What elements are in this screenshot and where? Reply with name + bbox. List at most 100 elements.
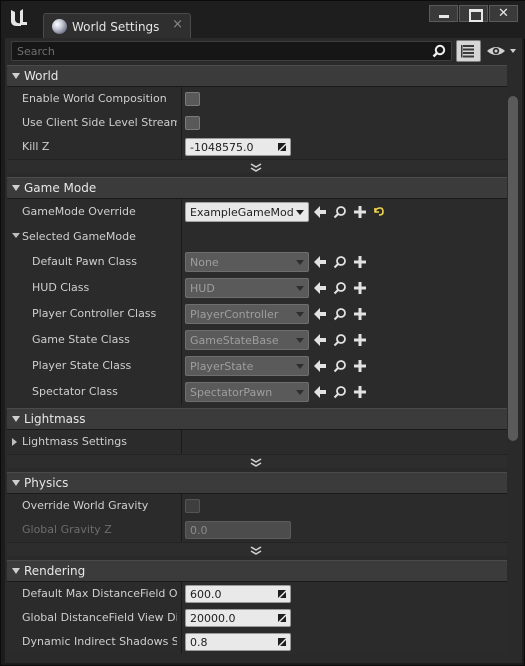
chevron-down-icon [296,210,304,215]
collapse-arrow-icon [12,568,20,574]
default-pawn-class-dropdown[interactable]: None [185,252,309,272]
use-client-side-level-streaming-checkbox[interactable] [185,116,200,130]
global-gravity-z-value: 0.0 [190,524,208,537]
magnifier-icon[interactable] [333,385,347,399]
column-divider[interactable] [181,199,182,405]
plus-icon[interactable] [353,205,367,219]
column-divider[interactable] [181,87,182,159]
global-gravity-z-field: 0.0 [185,521,291,539]
maximize-button[interactable] [459,5,488,22]
gamemode-override-dropdown[interactable]: ExampleGameModeBP [185,202,309,222]
default-max-distancefield-field[interactable]: 600.0 [185,585,291,603]
enable-world-composition-checkbox[interactable] [185,92,200,106]
advanced-expander[interactable] [7,542,507,556]
arrow-left-icon[interactable] [313,255,327,269]
override-world-gravity-checkbox[interactable] [185,499,200,513]
arrow-left-icon[interactable] [313,281,327,295]
group-label: Lightmass Settings [22,435,127,448]
title-bar[interactable]: World Settings × ✕ [1,1,525,39]
dropdown-value: SpectatorPawn [190,386,273,399]
collapse-arrow-icon [12,233,20,238]
chevron-down-icon [296,364,304,369]
tab-world-settings[interactable]: World Settings × [43,13,191,39]
category-label: Lightmass [24,412,86,426]
eye-icon[interactable] [485,42,519,60]
category-game-mode[interactable]: Game Mode [7,177,507,199]
reset-to-default-icon[interactable] [372,205,386,219]
player-controller-class-dropdown[interactable]: PlayerController [185,304,309,324]
arrow-left-icon[interactable] [313,307,327,321]
magnifier-icon[interactable] [333,205,347,219]
magnifier-icon[interactable] [333,281,347,295]
plus-icon[interactable] [353,307,367,321]
row-gamemode-override: GameMode Override ExampleGameModeBP [7,199,507,225]
resize-grip-icon [278,638,286,646]
advanced-expander[interactable] [7,159,507,173]
magnifier-icon[interactable] [333,333,347,347]
search-box[interactable] [11,41,452,61]
chevron-down-icon [250,163,262,172]
collapse-arrow-icon [12,480,20,486]
property-label: Dynamic Indirect Shadows Self Shadowing … [22,635,177,648]
category-physics[interactable]: Physics [7,472,507,494]
property-label: Kill Z [22,140,50,153]
field-value: 20000.0 [190,612,236,625]
property-label: Global Gravity Z [22,523,112,536]
row-selected-gamemode[interactable]: Selected GameMode [7,225,507,249]
advanced-expander[interactable] [7,454,507,468]
arrow-left-icon[interactable] [313,333,327,347]
player-state-class-dropdown[interactable]: PlayerState [185,356,309,376]
global-distancefield-view-field[interactable]: 20000.0 [185,609,291,627]
property-label: Spectator Class [32,385,118,398]
close-window-button[interactable]: ✕ [489,5,518,22]
property-matrix-button[interactable] [456,40,481,62]
dynamic-indirect-shadows-field[interactable]: 0.8 [185,633,291,651]
tab-title: World Settings [72,20,160,34]
kill-z-field[interactable]: -1048575.0 [185,138,291,156]
property-label: Player State Class [32,359,132,372]
property-label: Player Controller Class [32,307,157,320]
magnifier-icon[interactable] [333,307,347,321]
column-divider[interactable] [181,582,182,654]
plus-icon[interactable] [353,281,367,295]
row-use-client-side-level-streaming: Use Client Side Level Streaming [7,111,507,135]
plus-icon[interactable] [353,333,367,347]
chevron-down-icon [296,312,304,317]
world-settings-window: World Settings × ✕ Search World Enable W… [0,0,525,666]
category-label: Physics [24,476,69,490]
spectator-class-dropdown[interactable]: SpectatorPawn [185,382,309,402]
properties-scroll-area[interactable]: World Enable World Composition Use Clien… [7,65,520,663]
chevron-down-icon [296,338,304,343]
arrow-left-icon[interactable] [313,385,327,399]
dropdown-value: PlayerController [190,308,279,321]
minimize-button[interactable] [429,5,458,22]
row-dynamic-indirect-shadows: Dynamic Indirect Shadows Self Shadowing … [7,630,507,654]
row-lightmass-settings[interactable]: Lightmass Settings [7,430,507,454]
search-input[interactable] [17,44,417,59]
plus-icon[interactable] [353,359,367,373]
category-label: Rendering [24,564,86,578]
arrow-left-icon[interactable] [313,359,327,373]
magnifier-icon[interactable] [333,359,347,373]
column-divider[interactable] [181,430,182,454]
property-label: Override World Gravity [22,499,149,512]
category-rendering[interactable]: Rendering [7,560,507,582]
arrow-left-icon[interactable] [313,205,327,219]
window-controls: ✕ [429,5,518,22]
category-lightmass[interactable]: Lightmass [7,408,507,430]
unreal-logo-icon [11,9,27,26]
category-world[interactable]: World [7,65,507,87]
search-icon[interactable] [432,44,446,58]
property-label: Use Client Side Level Streaming [22,116,177,129]
plus-icon[interactable] [353,255,367,269]
magnifier-icon[interactable] [333,255,347,269]
game-state-class-dropdown[interactable]: GameStateBase [185,330,309,350]
resize-grip-icon [278,590,286,598]
row-global-distancefield-view: Global DistanceField View Distance 20000… [7,606,507,630]
expand-arrow-icon [12,438,17,446]
hud-class-dropdown[interactable]: HUD [185,278,309,298]
vertical-scrollbar[interactable] [508,96,518,441]
tab-close-icon[interactable]: × [172,17,183,32]
plus-icon[interactable] [353,385,367,399]
column-divider[interactable] [181,494,182,542]
